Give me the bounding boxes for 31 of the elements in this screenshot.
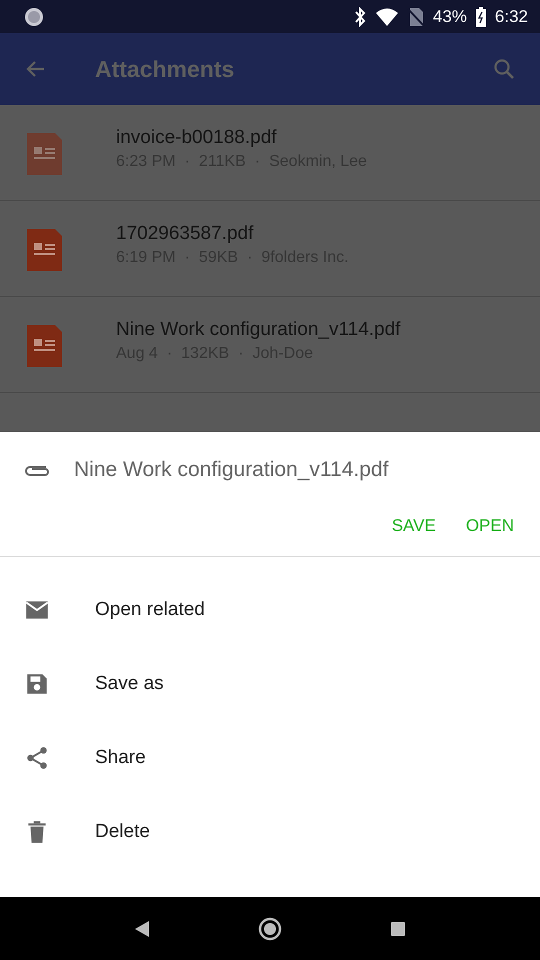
recents-square-icon[interactable]	[390, 920, 406, 936]
menu-label: Open related	[95, 599, 205, 621]
battery-percentage: 43%	[432, 6, 467, 26]
separator-dot: ·	[254, 152, 260, 170]
menu-item[interactable]: Save as	[0, 647, 540, 721]
file-name: 1702963587.pdf	[116, 222, 254, 244]
wifi-icon	[374, 6, 399, 26]
screen-title: Attachments	[95, 56, 236, 82]
menu-item[interactable]: Delete	[0, 795, 540, 869]
separator-dot: ·	[184, 152, 190, 170]
menu-label: Share	[95, 747, 146, 769]
menu-item[interactable]: Open related	[0, 573, 540, 647]
action-button[interactable]: SAVE	[384, 508, 444, 544]
attachment-name: Nine Work configuration_v114.pdf	[74, 458, 388, 482]
paperclip-icon	[24, 463, 50, 477]
separator-dot: ·	[238, 344, 244, 362]
separator-dot: ·	[184, 248, 190, 266]
home-circle-icon[interactable]	[258, 916, 282, 940]
battery-icon	[474, 6, 487, 26]
notification-icon	[24, 6, 44, 26]
menu-label: Delete	[95, 821, 150, 843]
menu-label: Save as	[95, 673, 164, 695]
file-name: invoice-b00188.pdf	[116, 126, 278, 148]
action-button[interactable]: OPEN	[458, 508, 522, 544]
clock: 6:32	[494, 6, 528, 26]
separator-dot: ·	[247, 248, 252, 266]
bluetooth-icon	[352, 6, 367, 26]
back-triangle-icon[interactable]	[134, 920, 150, 938]
menu-item[interactable]: Share	[0, 721, 540, 795]
separator-dot: ·	[166, 344, 172, 362]
file-name: Nine Work configuration_v114.pdf	[116, 318, 400, 340]
